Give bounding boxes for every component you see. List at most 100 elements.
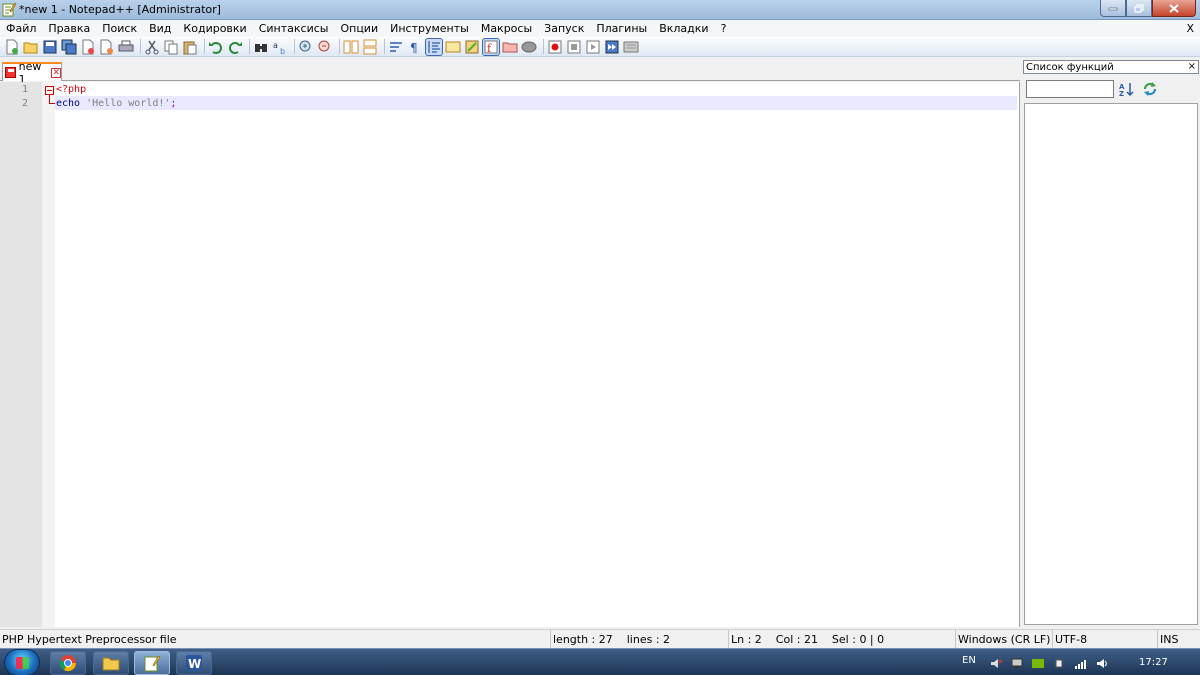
chrome-icon [59, 655, 77, 672]
sort-az-icon[interactable]: A Z [1119, 81, 1135, 97]
function-list-panel: Список функций × A Z [1022, 59, 1200, 627]
record-macro-icon[interactable] [547, 39, 563, 55]
clock[interactable]: 17:27 [1139, 657, 1168, 668]
menu-language[interactable]: Синтаксисы [253, 20, 335, 37]
paste-icon[interactable] [182, 39, 198, 55]
restore-icon [1134, 3, 1144, 13]
menu-help[interactable]: ? [715, 20, 733, 37]
menu-settings[interactable]: Опции [334, 20, 384, 37]
open-file-icon[interactable] [23, 39, 39, 55]
code-line-1: <?php [56, 83, 86, 97]
toolbar: ab ¶ f [0, 37, 1200, 57]
menu-view[interactable]: Вид [143, 20, 177, 37]
php-open-tag: <?php [56, 84, 87, 95]
play-macro-icon[interactable] [585, 39, 601, 55]
save-macro-icon[interactable] [623, 39, 639, 55]
word-icon: W [186, 655, 202, 671]
taskbar-chrome-button[interactable] [50, 651, 86, 675]
refresh-icon[interactable] [1142, 81, 1158, 97]
function-list-header: Список функций × [1023, 60, 1199, 74]
taskbar-explorer-button[interactable] [93, 651, 129, 675]
menu-file[interactable]: Файл [0, 20, 42, 37]
menu-edit[interactable]: Правка [42, 20, 96, 37]
volume-icon[interactable] [990, 658, 1002, 669]
udl-icon[interactable] [445, 39, 461, 55]
status-insert-mode[interactable]: INS [1157, 630, 1200, 649]
start-button[interactable] [4, 649, 40, 675]
function-list-close-icon[interactable]: × [1188, 61, 1196, 73]
window-title: *new 1 - Notepad++ [Administrator] [19, 3, 221, 16]
word-wrap-icon[interactable] [388, 39, 404, 55]
notepad-plus-plus-icon [2, 2, 17, 17]
save-icon[interactable] [42, 39, 58, 55]
svg-text:a: a [273, 41, 278, 50]
code-line-2: echo 'Hello world!'; [56, 97, 176, 111]
fold-end [49, 103, 55, 104]
close-window-button[interactable] [1152, 0, 1196, 17]
network-computer-icon[interactable] [1011, 658, 1023, 669]
menu-tools[interactable]: Инструменты [384, 20, 475, 37]
doc-map-icon[interactable] [464, 39, 480, 55]
svg-text:W: W [188, 657, 201, 671]
line-number: 2 [21, 98, 28, 109]
close-file-icon[interactable] [80, 39, 96, 55]
minimize-button[interactable] [1100, 0, 1126, 17]
close-document-button[interactable]: X [1186, 20, 1194, 37]
restore-button[interactable] [1126, 0, 1152, 17]
toolbar-separator [339, 39, 340, 54]
language-indicator[interactable]: EN [962, 655, 976, 666]
function-search-input[interactable] [1026, 80, 1114, 98]
title-bar: *new 1 - Notepad++ [Administrator] [0, 0, 1200, 20]
menu-run[interactable]: Запуск [538, 20, 590, 37]
zoom-out-icon[interactable] [317, 39, 333, 55]
speaker-icon[interactable] [1096, 658, 1108, 669]
menu-encoding[interactable]: Кодировки [177, 20, 252, 37]
status-encoding[interactable]: UTF-8 [1052, 630, 1155, 649]
new-file-icon[interactable] [4, 39, 20, 55]
minimize-icon [1108, 7, 1118, 11]
toolbar-separator [204, 39, 205, 54]
find-icon[interactable] [253, 39, 269, 55]
semicolon: ; [170, 98, 177, 109]
replace-icon[interactable]: ab [272, 39, 288, 56]
zoom-in-icon[interactable] [298, 39, 314, 55]
status-position: Ln : 2 Col : 21 Sel : 0 | 0 [728, 630, 953, 649]
sync-horizontal-icon[interactable] [362, 39, 378, 55]
folder-workspace-icon[interactable] [502, 39, 518, 55]
show-all-chars-icon[interactable]: ¶ [407, 39, 423, 55]
run-macro-multiple-icon[interactable] [604, 39, 620, 55]
menu-macro[interactable]: Макросы [475, 20, 538, 37]
signal-strength-icon[interactable] [1074, 658, 1086, 669]
function-tree[interactable] [1024, 103, 1198, 625]
cut-icon[interactable] [144, 39, 160, 55]
menu-plugins[interactable]: Плагины [590, 20, 653, 37]
nvidia-icon[interactable] [1032, 658, 1044, 669]
indent-guide-icon[interactable] [425, 37, 443, 56]
sync-vertical-icon[interactable] [343, 39, 359, 55]
toolbar-separator [384, 39, 385, 54]
power-plug-icon[interactable] [1053, 658, 1065, 669]
fold-toggle-icon[interactable] [45, 86, 54, 95]
toolbar-separator [249, 39, 250, 54]
function-list-icon[interactable]: f [482, 37, 500, 56]
editor[interactable]: 1 2 <?php echo 'Hello world!'; [0, 82, 1020, 627]
copy-icon[interactable] [163, 39, 179, 55]
taskbar-word-button[interactable]: W [176, 651, 212, 675]
tab-new-1[interactable]: new 1 ✕ [2, 60, 62, 86]
tab-close-icon[interactable]: ✕ [51, 67, 61, 78]
menu-window[interactable]: Вкладки [653, 20, 714, 37]
menu-search[interactable]: Поиск [96, 20, 143, 37]
status-eol[interactable]: Windows (CR LF) [955, 630, 1050, 649]
stop-macro-icon[interactable] [566, 39, 582, 55]
save-all-icon[interactable] [61, 39, 77, 55]
unsaved-file-icon [5, 67, 16, 78]
close-all-icon[interactable] [99, 39, 115, 55]
undo-icon[interactable] [208, 39, 224, 55]
print-icon[interactable] [118, 39, 134, 55]
taskbar-notepadpp-button[interactable] [134, 651, 170, 675]
redo-icon[interactable] [227, 39, 243, 55]
folder-icon [102, 657, 120, 671]
fold-guide [49, 95, 50, 103]
fold-margin [42, 82, 55, 627]
monitoring-icon[interactable] [521, 39, 537, 55]
